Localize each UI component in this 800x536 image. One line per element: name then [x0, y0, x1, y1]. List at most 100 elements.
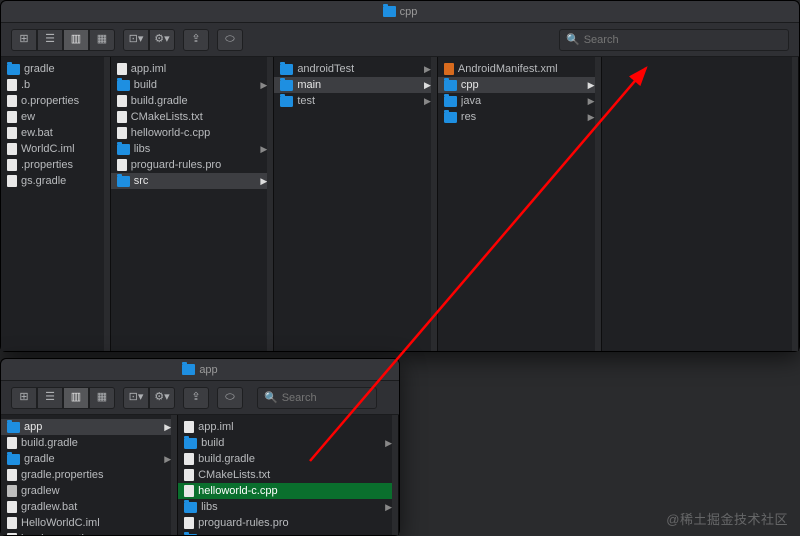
titlebar[interactable]: cpp — [1, 1, 799, 23]
item-label: main — [297, 79, 420, 91]
arrange-button[interactable]: ⊡▾ — [123, 387, 149, 409]
list-item[interactable]: app.iml — [111, 61, 274, 77]
list-item[interactable]: build▶ — [178, 435, 398, 451]
list-item[interactable]: build.gradle — [111, 93, 274, 109]
search-input[interactable] — [584, 34, 782, 46]
view-list-button[interactable]: ☰ — [37, 29, 63, 51]
list-item[interactable]: gradle.properties — [1, 467, 177, 483]
column[interactable]: gradle .b o.propertiesew ew.bat WorldC.iml.p… — [1, 57, 111, 351]
folder-icon — [444, 80, 457, 91]
search-input[interactable] — [282, 392, 370, 404]
item-label: helloworld-c.cpp — [198, 485, 392, 497]
list-item[interactable]: AndroidManifest.xml — [438, 61, 601, 77]
list-item[interactable]: helloworld-c.cpp — [111, 125, 274, 141]
action-button[interactable]: ⚙▾ — [149, 387, 175, 409]
list-item[interactable]: CMakeLists.txt — [178, 467, 398, 483]
file-icon — [7, 437, 17, 449]
titlebar[interactable]: app — [1, 359, 399, 381]
search-field[interactable]: 🔍 — [257, 387, 377, 409]
xml-file-icon — [444, 63, 454, 75]
list-item[interactable]: ew.bat — [1, 125, 110, 141]
chevron-right-icon: ▶ — [260, 80, 267, 91]
arrange-button[interactable]: ⊡▾ — [123, 29, 149, 51]
view-icons-button[interactable]: ⊞ — [11, 387, 37, 409]
item-label: gradle — [24, 63, 104, 75]
folder-icon — [117, 80, 130, 91]
column[interactable]: app▶build.gradlegradle▶ gradle.properties… — [1, 415, 178, 535]
column[interactable] — [602, 57, 800, 351]
watermark: @稀土掘金技术社区 — [666, 509, 788, 528]
item-label: .b — [21, 79, 104, 91]
share-button[interactable]: ⇪ — [183, 387, 209, 409]
list-item[interactable]: gradlew — [1, 483, 177, 499]
list-item[interactable]: proguard-rules.pro — [111, 157, 274, 173]
list-item[interactable]: app.iml — [178, 419, 398, 435]
folder-icon — [280, 64, 293, 75]
list-item[interactable]: CMakeLists.txt — [111, 109, 274, 125]
list-item[interactable]: libs▶ — [178, 499, 398, 515]
list-item[interactable]: WorldC.iml — [1, 141, 110, 157]
list-item[interactable]: build▶ — [111, 77, 274, 93]
item-label: local.properties — [21, 533, 171, 535]
list-item[interactable]: app▶ — [1, 419, 177, 435]
item-label: gradle.properties — [21, 469, 171, 481]
list-item[interactable]: gs.gradle — [1, 173, 110, 189]
file-icon — [7, 111, 17, 123]
chevron-right-icon: ▶ — [424, 96, 431, 107]
folder-icon — [383, 6, 396, 17]
column[interactable]: app.imlbuild▶build.gradle CMakeLists.txt h… — [178, 415, 399, 535]
list-item[interactable]: libs▶ — [111, 141, 274, 157]
chevron-right-icon: ▶ — [260, 176, 267, 187]
folder-icon — [184, 502, 197, 513]
folder-icon — [280, 80, 293, 91]
file-icon — [117, 95, 127, 107]
list-item[interactable]: src▶ — [178, 531, 398, 535]
view-gallery-button[interactable]: ▦ — [89, 29, 115, 51]
list-item[interactable]: o.properties — [1, 93, 110, 109]
file-icon — [117, 127, 127, 139]
list-item[interactable]: cpp▶ — [438, 77, 601, 93]
view-list-button[interactable]: ☰ — [37, 387, 63, 409]
list-item[interactable]: build.gradle — [1, 435, 177, 451]
share-button[interactable]: ⇪ — [183, 29, 209, 51]
folder-icon — [280, 96, 293, 107]
list-item[interactable]: res▶ — [438, 109, 601, 125]
column[interactable]: AndroidManifest.xmlcpp▶java▶res▶ — [438, 57, 602, 351]
list-item[interactable]: proguard-rules.pro — [178, 515, 398, 531]
chevron-right-icon: ▶ — [424, 80, 431, 91]
action-button[interactable]: ⚙▾ — [149, 29, 175, 51]
list-item[interactable]: java▶ — [438, 93, 601, 109]
search-icon: 🔍 — [566, 33, 580, 46]
column[interactable]: app.imlbuild▶build.gradleCMakeLists.txth… — [111, 57, 275, 351]
list-item[interactable]: gradlew.bat — [1, 499, 177, 515]
list-item[interactable]: src▶ — [111, 173, 274, 189]
list-item[interactable]: .properties — [1, 157, 110, 173]
view-columns-button[interactable]: ▥ — [63, 387, 89, 409]
item-label: build — [134, 79, 257, 91]
list-item[interactable]: gradle▶ — [1, 451, 177, 467]
column[interactable]: androidTest▶main▶test▶ — [274, 57, 438, 351]
view-columns-button[interactable]: ▥ — [63, 29, 89, 51]
view-icons-button[interactable]: ⊞ — [11, 29, 37, 51]
folder-icon — [7, 454, 20, 465]
list-item[interactable]: test▶ — [274, 93, 437, 109]
list-item[interactable]: gradle — [1, 61, 110, 77]
tags-button[interactable]: ⬭ — [217, 387, 243, 409]
list-item[interactable]: ew — [1, 109, 110, 125]
tags-button[interactable]: ⬭ — [217, 29, 243, 51]
search-field[interactable]: 🔍 — [559, 29, 789, 51]
list-item[interactable]: .b — [1, 77, 110, 93]
column-browser: gradle .b o.propertiesew ew.bat WorldC.iml.p… — [1, 57, 799, 351]
list-item[interactable]: helloworld-c.cpp — [178, 483, 398, 499]
list-item[interactable]: local.properties — [1, 531, 177, 535]
list-item[interactable]: build.gradle — [178, 451, 398, 467]
file-icon — [117, 111, 127, 123]
list-item[interactable]: androidTest▶ — [274, 61, 437, 77]
list-item[interactable]: HelloWorldC.iml — [1, 515, 177, 531]
file-icon — [7, 501, 17, 513]
list-item[interactable]: main ▶ — [274, 77, 437, 93]
item-label: ew.bat — [21, 127, 104, 139]
item-label: CMakeLists.txt — [198, 469, 392, 481]
view-mode-group: ⊞ ☰ ▥ ▦ — [11, 387, 115, 409]
view-gallery-button[interactable]: ▦ — [89, 387, 115, 409]
